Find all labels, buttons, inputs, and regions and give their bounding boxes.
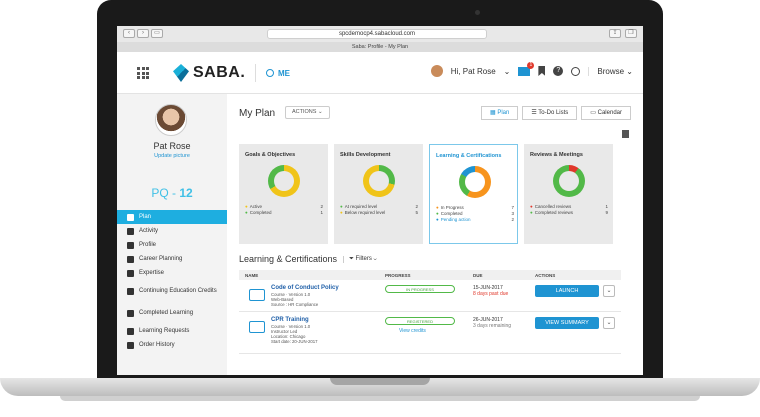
- career-icon: [127, 255, 134, 263]
- card-goals[interactable]: Goals & Objectives Active2 Completed1: [239, 144, 328, 244]
- page-title: My Plan: [239, 108, 276, 119]
- sidebar-item-expertise[interactable]: Expertise: [117, 266, 227, 280]
- expertise-icon: [127, 269, 134, 277]
- view-tabs: ▦ Plan ☰ To-Do Lists ▭ Calendar: [477, 106, 631, 120]
- skills-donut-chart: [363, 165, 395, 197]
- screen: ‹ › ▭ spcdemocp4.sabacloud.com ⇪ ❐ Saba:…: [117, 26, 643, 375]
- reviews-donut-chart: [553, 165, 585, 197]
- user-name: Pat Rose: [153, 141, 191, 151]
- laptop-notch: [330, 378, 430, 385]
- sidebar-item-career-planning[interactable]: Career Planning: [117, 252, 227, 266]
- view-credits-link[interactable]: View credits: [399, 328, 426, 334]
- table-row: Code of Conduct Policy Course · Version …: [239, 282, 621, 312]
- user-avatar-icon[interactable]: [430, 65, 443, 77]
- sidebar-icon[interactable]: ▭: [151, 29, 163, 38]
- help-icon[interactable]: ?: [553, 66, 564, 76]
- share-icon[interactable]: ⇪: [609, 29, 621, 38]
- row-menu-chevron-icon[interactable]: ⌄: [603, 285, 615, 297]
- profile-avatar[interactable]: [155, 104, 187, 136]
- saba-logo-icon: [173, 64, 189, 82]
- table-header: NAME PROGRESS DUE ACTIONS: [239, 270, 621, 280]
- graduation-cap-icon: [127, 309, 134, 317]
- tab-calendar[interactable]: ▭ Calendar: [581, 106, 631, 120]
- camera-icon: [475, 10, 480, 15]
- card-reviews[interactable]: Reviews & Meetings Cancelled reviews1 Co…: [524, 144, 613, 244]
- course-title-link[interactable]: CPR Training: [271, 317, 309, 323]
- activity-icon: [127, 227, 134, 235]
- summary-cards: Goals & Objectives Active2 Completed1 Sk…: [239, 144, 613, 244]
- sidebar: Pat Rose Update picture PQ - 12 Plan Act…: [117, 94, 227, 375]
- app-grid-icon[interactable]: [137, 67, 149, 79]
- sidebar-nav: Plan Activity Profile Career Planning Ex…: [117, 210, 227, 352]
- goals-donut-chart: [268, 165, 300, 197]
- history-icon: [127, 341, 134, 349]
- card-learning[interactable]: Learning & Certifications In Progress7 C…: [429, 144, 518, 244]
- me-label: ME: [278, 68, 290, 78]
- sidebar-item-completed-learning[interactable]: Completed Learning: [117, 302, 227, 324]
- laptop-foot: [60, 396, 700, 401]
- logo-text: SABA.: [193, 64, 246, 81]
- browser-chrome: ‹ › ▭ spcdemocp4.sabacloud.com ⇪ ❐ Saba:…: [117, 26, 643, 52]
- tab-plan[interactable]: ▦ Plan: [480, 106, 519, 120]
- tabs-icon[interactable]: ❐: [625, 29, 637, 38]
- user-circle-icon: [266, 69, 274, 77]
- course-icon: [249, 289, 265, 301]
- view-summary-button[interactable]: VIEW SUMMARY: [535, 317, 599, 329]
- plan-icon: [127, 213, 134, 221]
- app-header: SABA. ME Hi, Pat Rose ⌄ 1 ? Browse ⌄: [117, 52, 643, 94]
- table-row: CPR Training Course · Version 1.0 Instru…: [239, 314, 621, 354]
- status-badge: REGISTERED: [385, 317, 455, 325]
- search-icon[interactable]: [571, 66, 581, 76]
- back-icon[interactable]: ‹: [123, 29, 135, 38]
- main-content: My Plan ACTIONS ⌄ ▦ Plan ☰ To-Do Lists ▭…: [227, 94, 643, 375]
- sidebar-item-profile[interactable]: Profile: [117, 238, 227, 252]
- pq-score: PQ - 12: [151, 186, 193, 200]
- actions-button[interactable]: ACTIONS ⌄: [285, 106, 330, 119]
- print-icon[interactable]: [622, 130, 629, 138]
- saba-logo[interactable]: SABA.: [173, 64, 245, 82]
- education-icon: [127, 287, 134, 295]
- sidebar-item-learning-requests[interactable]: Learning Requests: [117, 324, 227, 338]
- sidebar-item-order-history[interactable]: Order History: [117, 338, 227, 352]
- filters-dropdown[interactable]: ⏷ Filters ⌄: [343, 255, 377, 263]
- launch-button[interactable]: LAUNCH: [535, 285, 599, 297]
- mail-badge: 1: [527, 61, 535, 69]
- row-menu-chevron-icon[interactable]: ⌄: [603, 317, 615, 329]
- section-title: Learning & Certifications ⏷ Filters ⌄: [239, 254, 377, 264]
- tab-title[interactable]: Saba: Profile - My Plan: [117, 42, 643, 52]
- tab-todo-lists[interactable]: ☰ To-Do Lists: [522, 106, 578, 120]
- me-tab[interactable]: ME: [255, 64, 290, 82]
- sidebar-item-plan[interactable]: Plan: [117, 210, 227, 224]
- sidebar-item-continuing-education[interactable]: Continuing Education Credits: [117, 280, 227, 302]
- instructor-led-icon: [249, 321, 265, 333]
- forward-icon[interactable]: ›: [137, 29, 149, 38]
- chevron-down-icon[interactable]: ⌄: [504, 67, 511, 76]
- sidebar-item-activity[interactable]: Activity: [117, 224, 227, 238]
- browse-menu[interactable]: Browse ⌄: [588, 66, 633, 76]
- mail-icon[interactable]: 1: [518, 61, 535, 76]
- request-icon: [127, 327, 134, 335]
- browse-label: Browse: [597, 66, 625, 76]
- course-title-link[interactable]: Code of Conduct Policy: [271, 285, 339, 291]
- greeting[interactable]: Hi, Pat Rose: [451, 67, 496, 76]
- update-picture-link[interactable]: Update picture: [117, 153, 227, 159]
- profile-icon: [127, 241, 134, 249]
- url-bar[interactable]: spcdemocp4.sabacloud.com: [267, 29, 487, 39]
- card-skills[interactable]: Skills Development At required level2 Be…: [334, 144, 423, 244]
- learning-donut-chart: [459, 166, 491, 198]
- bookmark-icon[interactable]: [538, 66, 546, 76]
- status-badge: IN PROGRESS: [385, 285, 455, 293]
